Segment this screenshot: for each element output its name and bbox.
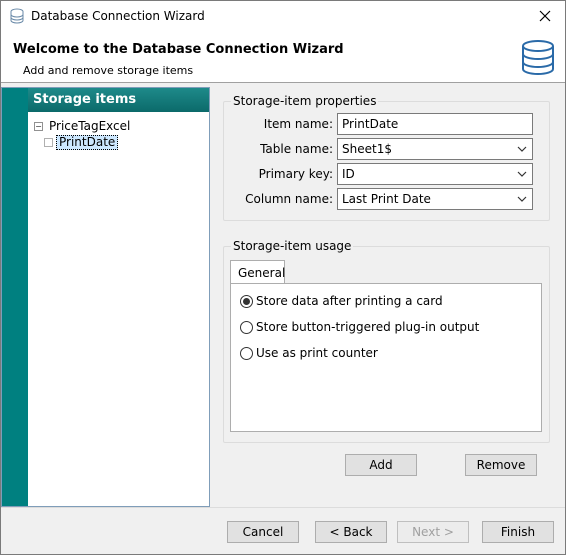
close-icon bbox=[539, 10, 551, 22]
tree-node-root-label[interactable]: PriceTagExcel bbox=[49, 119, 130, 133]
chevron-down-icon bbox=[517, 196, 527, 202]
cancel-button[interactable]: Cancel bbox=[227, 521, 299, 543]
close-button[interactable] bbox=[531, 3, 559, 29]
window-title: Database Connection Wizard bbox=[31, 9, 205, 23]
database-icon bbox=[522, 40, 554, 75]
page-subtitle: Add and remove storage items bbox=[23, 64, 194, 77]
item-name-label: Item name: bbox=[263, 117, 333, 131]
tree-node-child-label[interactable]: PrintDate bbox=[56, 134, 119, 150]
radio-button[interactable] bbox=[240, 320, 253, 334]
add-button[interactable]: Add bbox=[345, 454, 417, 476]
primary-key-row: Primary key: ID bbox=[225, 163, 533, 185]
radio-label[interactable]: Use as print counter bbox=[256, 346, 378, 360]
tree-node-child[interactable]: PrintDate bbox=[44, 134, 119, 150]
tree-node-root[interactable]: − PriceTagExcel bbox=[34, 118, 130, 134]
table-name-label: Table name: bbox=[260, 142, 333, 156]
remove-button[interactable]: Remove bbox=[465, 454, 537, 476]
primary-key-select[interactable]: ID bbox=[337, 163, 533, 185]
finish-button[interactable]: Finish bbox=[482, 521, 554, 543]
next-button[interactable]: Next > bbox=[397, 521, 469, 543]
table-name-select[interactable]: Sheet1$ bbox=[337, 138, 533, 160]
title-bar: Database Connection Wizard bbox=[1, 1, 565, 32]
radio-store-after-print[interactable]: Store data after printing a card bbox=[240, 294, 443, 308]
accent-stripe bbox=[2, 88, 28, 506]
table-name-value: Sheet1$ bbox=[342, 142, 392, 156]
radio-label[interactable]: Store data after printing a card bbox=[256, 294, 443, 308]
radio-label[interactable]: Store button-triggered plug-in output bbox=[256, 320, 479, 334]
item-name-field[interactable]: PrintDate bbox=[337, 113, 533, 135]
column-name-select[interactable]: Last Print Date bbox=[337, 188, 533, 210]
radio-print-counter[interactable]: Use as print counter bbox=[240, 346, 378, 360]
tree-leaf-icon bbox=[44, 137, 53, 147]
wizard-header: Welcome to the Database Connection Wizar… bbox=[1, 32, 565, 83]
usage-group-title: Storage-item usage bbox=[231, 239, 354, 253]
column-name-value: Last Print Date bbox=[342, 192, 431, 206]
chevron-down-icon bbox=[517, 171, 527, 177]
database-icon bbox=[10, 8, 24, 24]
footer-divider bbox=[1, 507, 565, 508]
chevron-down-icon bbox=[517, 146, 527, 152]
radio-button[interactable] bbox=[240, 346, 253, 360]
primary-key-value: ID bbox=[342, 167, 355, 181]
column-name-row: Column name: Last Print Date bbox=[225, 188, 533, 210]
table-name-row: Table name: Sheet1$ bbox=[225, 138, 533, 160]
storage-items-pane: Storage items − PriceTagExcel PrintDate bbox=[1, 87, 210, 507]
storage-items-tree[interactable]: − PriceTagExcel PrintDate bbox=[28, 112, 209, 506]
tab-general[interactable]: General bbox=[230, 260, 285, 284]
wizard-window: Database Connection Wizard Welcome to th… bbox=[0, 0, 566, 555]
properties-group-title: Storage-item properties bbox=[231, 94, 379, 108]
back-button[interactable]: < Back bbox=[315, 521, 387, 543]
item-name-row: Item name: PrintDate bbox=[225, 113, 533, 135]
radio-store-plugin-output[interactable]: Store button-triggered plug-in output bbox=[240, 320, 479, 334]
primary-key-label: Primary key: bbox=[258, 167, 333, 181]
storage-items-header: Storage items bbox=[28, 88, 209, 112]
column-name-label: Column name: bbox=[245, 192, 333, 206]
collapse-icon[interactable]: − bbox=[34, 121, 43, 131]
page-title: Welcome to the Database Connection Wizar… bbox=[13, 42, 344, 57]
radio-button[interactable] bbox=[240, 294, 253, 308]
